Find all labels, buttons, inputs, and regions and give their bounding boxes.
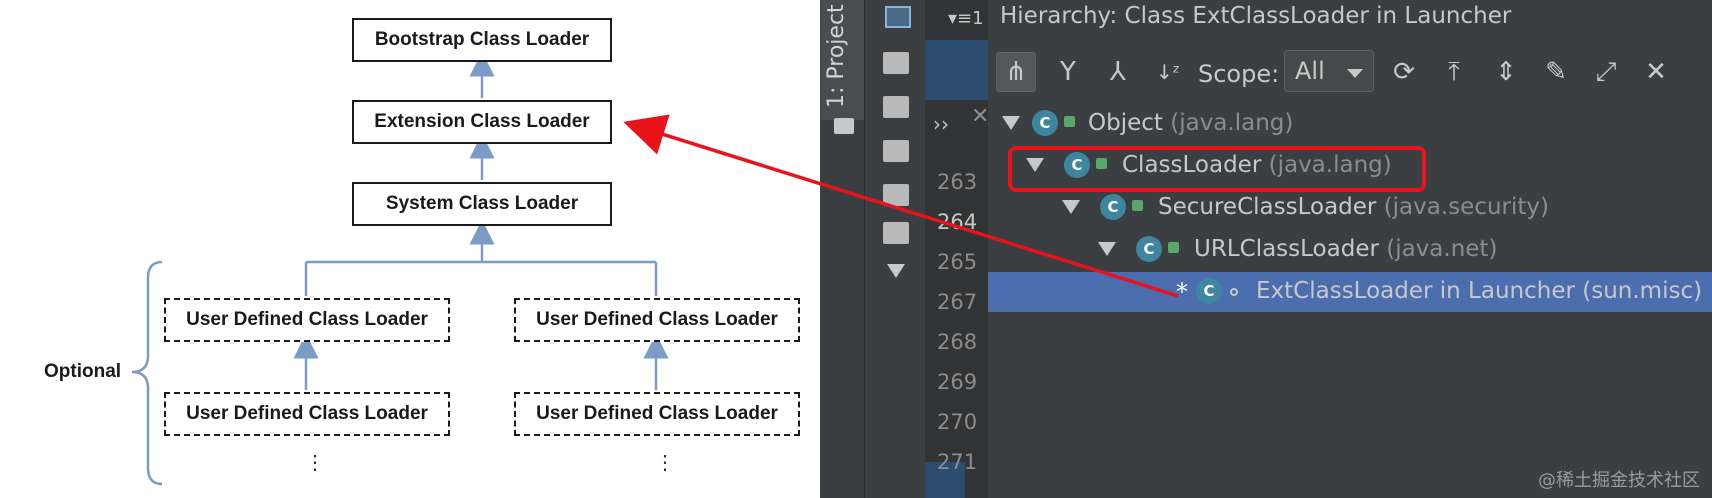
tree-row-label: URLClassLoader (java.net): [1194, 236, 1498, 262]
lock-icon: [1132, 200, 1143, 211]
pin-icon[interactable]: ✎: [1536, 52, 1576, 92]
close-icon[interactable]: ✕: [1636, 52, 1676, 92]
current-marker: *: [1176, 278, 1188, 306]
tree-row-label: SecureClassLoader (java.security): [1158, 194, 1549, 220]
lock-icon: [1168, 242, 1179, 253]
project-tool-tab[interactable]: 1: Project: [820, 0, 864, 120]
watermark: @稀土掘金技术社区: [1538, 470, 1700, 491]
scope-dropdown[interactable]: All: [1284, 50, 1374, 92]
subtypes-icon[interactable]: ⅄: [1098, 52, 1138, 92]
supertypes-icon[interactable]: Y: [1048, 52, 1088, 92]
folder-icon: [883, 222, 909, 244]
system-class-loader-box: System Class Loader: [352, 182, 612, 226]
tree-row-urlclassloader[interactable]: C URLClassLoader (java.net): [988, 230, 1712, 270]
panel-icon[interactable]: [885, 6, 911, 28]
folder-icon: [883, 96, 909, 118]
tree-row-secureclassloader[interactable]: C SecureClassLoader (java.security): [988, 188, 1712, 228]
hierarchy-menu-icon[interactable]: ▾≡1: [948, 8, 984, 29]
classloader-highlight-box: [1008, 146, 1426, 192]
sort-alpha-icon[interactable]: ↓ᶻ: [1148, 52, 1188, 92]
hierarchy-toolbar: ⋔ Y ⅄ ↓ᶻ Scope: All ⟳ ⤒ ⇕ ✎ ⤢ ✕: [988, 44, 1712, 100]
class-loader-diagram: Bootstrap Class Loader Extension Class L…: [0, 0, 820, 498]
tree-row-object[interactable]: C Object (java.lang): [988, 104, 1712, 144]
class-hierarchy-icon[interactable]: ⋔: [996, 52, 1036, 92]
class-icon: C: [1032, 110, 1058, 136]
scope-label: Scope:: [1198, 60, 1280, 88]
extension-class-loader-box: Extension Class Loader: [352, 100, 612, 144]
optional-label: Optional: [44, 361, 122, 382]
ellipsis-right: ⋮: [655, 452, 675, 474]
class-icon: C: [1100, 194, 1126, 220]
user-defined-class-loader-box-4: User Defined Class Loader: [514, 392, 800, 436]
class-icon: C: [1196, 278, 1222, 304]
project-panel: [865, 0, 925, 498]
folder-icon: [834, 118, 854, 134]
static-dot-icon: [1230, 288, 1238, 296]
expand-triangle-icon[interactable]: [1098, 242, 1116, 256]
expand-triangle-icon[interactable]: [1062, 200, 1080, 214]
hierarchy-panel: ▾≡1 Hierarchy: Class ExtClassLoader in L…: [948, 0, 1712, 498]
bootstrap-class-loader-box: Bootstrap Class Loader: [352, 18, 612, 62]
export-icon[interactable]: ⤒: [1434, 52, 1474, 92]
expand-triangle-icon[interactable]: [887, 264, 905, 278]
lock-icon: [1064, 116, 1075, 127]
scope-value: All: [1295, 57, 1325, 85]
tree-row-label: ExtClassLoader in Launcher (sun.misc): [1256, 278, 1703, 304]
expand-all-icon[interactable]: ⇕: [1486, 52, 1526, 92]
folder-icon: [883, 52, 909, 74]
ellipsis-left: ⋮: [305, 452, 325, 474]
ide-window: 1: Project ›› ✕ 263 264 265 267 268 269 …: [820, 0, 1712, 498]
expand-triangle-icon[interactable]: [1002, 116, 1020, 130]
user-defined-class-loader-box-1: User Defined Class Loader: [164, 298, 450, 342]
hierarchy-title: Hierarchy: Class ExtClassLoader in Launc…: [1000, 3, 1512, 29]
tree-row-extclassloader[interactable]: * C ExtClassLoader in Launcher (sun.misc…: [988, 272, 1712, 312]
folder-icon: [883, 140, 909, 162]
chevron-down-icon: [1347, 69, 1363, 78]
folder-icon: [883, 184, 909, 206]
tool-window-strip: 1: Project: [820, 0, 865, 498]
user-defined-class-loader-box-2: User Defined Class Loader: [514, 298, 800, 342]
project-tab-label: 1: Project: [824, 4, 849, 108]
close-icon[interactable]: ✕: [971, 104, 989, 129]
open-external-icon[interactable]: ⤢: [1586, 52, 1626, 92]
user-defined-class-loader-box-3: User Defined Class Loader: [164, 392, 450, 436]
refresh-icon[interactable]: ⟳: [1384, 52, 1424, 92]
tree-row-label: Object (java.lang): [1088, 110, 1294, 136]
class-icon: C: [1136, 236, 1162, 262]
editor-tab[interactable]: [925, 40, 988, 100]
overflow-chevron-icon[interactable]: ››: [933, 112, 949, 136]
